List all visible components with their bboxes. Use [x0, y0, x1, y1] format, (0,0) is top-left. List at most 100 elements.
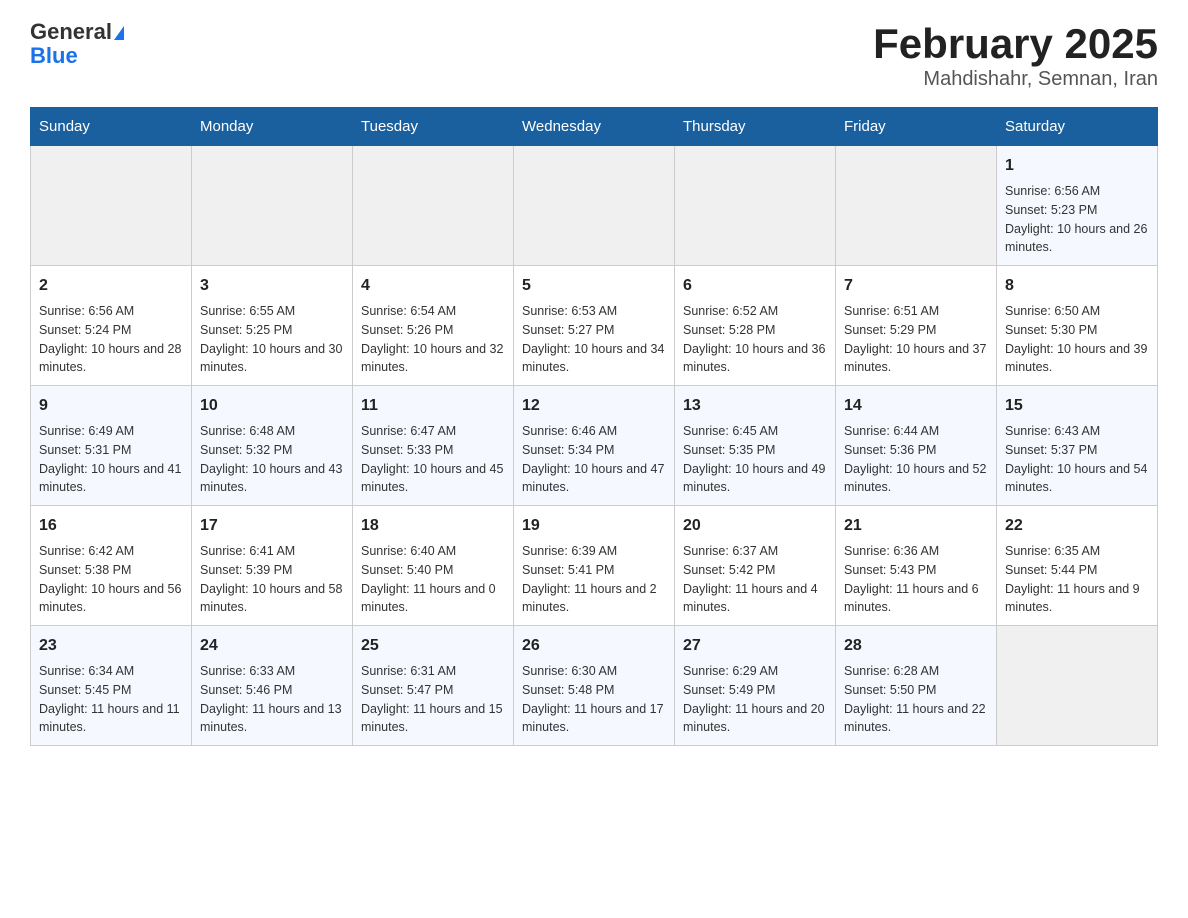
logo-triangle-icon: [114, 26, 124, 40]
calendar-cell: [675, 146, 836, 266]
day-number: 15: [1005, 394, 1149, 418]
calendar-cell: [997, 626, 1158, 746]
weekday-header: Saturday: [997, 108, 1158, 146]
day-info: Sunrise: 6:30 AMSunset: 5:48 PMDaylight:…: [522, 662, 666, 737]
calendar-cell: [836, 146, 997, 266]
calendar-cell: 21 Sunrise: 6:36 AMSunset: 5:43 PMDayligh…: [836, 506, 997, 626]
day-number: 12: [522, 394, 666, 418]
logo-general-text: General: [30, 19, 112, 44]
day-info: Sunrise: 6:56 AMSunset: 5:23 PMDaylight:…: [1005, 182, 1149, 257]
calendar-cell: 27 Sunrise: 6:29 AMSunset: 5:49 PMDayligh…: [675, 626, 836, 746]
calendar-header: SundayMondayTuesdayWednesdayThursdayFrid…: [31, 108, 1158, 146]
calendar-cell: [192, 146, 353, 266]
day-number: 4: [361, 274, 505, 298]
day-info: Sunrise: 6:29 AMSunset: 5:49 PMDaylight:…: [683, 662, 827, 737]
weekday-header: Thursday: [675, 108, 836, 146]
day-number: 17: [200, 514, 344, 538]
day-info: Sunrise: 6:53 AMSunset: 5:27 PMDaylight:…: [522, 302, 666, 377]
calendar-cell: 23 Sunrise: 6:34 AMSunset: 5:45 PMDayligh…: [31, 626, 192, 746]
day-number: 1: [1005, 154, 1149, 178]
day-info: Sunrise: 6:46 AMSunset: 5:34 PMDaylight:…: [522, 422, 666, 497]
calendar-week-row: 2 Sunrise: 6:56 AMSunset: 5:24 PMDaylight…: [31, 266, 1158, 386]
calendar-cell: 18 Sunrise: 6:40 AMSunset: 5:40 PMDayligh…: [353, 506, 514, 626]
day-info: Sunrise: 6:39 AMSunset: 5:41 PMDaylight:…: [522, 542, 666, 617]
day-number: 8: [1005, 274, 1149, 298]
day-number: 2: [39, 274, 183, 298]
day-number: 20: [683, 514, 827, 538]
title-block: February 2025 Mahdishahr, Semnan, Iran: [873, 20, 1158, 91]
calendar-cell: 7 Sunrise: 6:51 AMSunset: 5:29 PMDaylight…: [836, 266, 997, 386]
calendar-cell: 4 Sunrise: 6:54 AMSunset: 5:26 PMDaylight…: [353, 266, 514, 386]
day-number: 23: [39, 634, 183, 658]
calendar-cell: 11 Sunrise: 6:47 AMSunset: 5:33 PMDayligh…: [353, 386, 514, 506]
day-info: Sunrise: 6:35 AMSunset: 5:44 PMDaylight:…: [1005, 542, 1149, 617]
weekday-header: Sunday: [31, 108, 192, 146]
calendar-cell: 10 Sunrise: 6:48 AMSunset: 5:32 PMDayligh…: [192, 386, 353, 506]
calendar-cell: 9Sunrise: 6:49 AMSunset: 5:31 PMDaylight…: [31, 386, 192, 506]
calendar-cell: 17 Sunrise: 6:41 AMSunset: 5:39 PMDayligh…: [192, 506, 353, 626]
day-number: 21: [844, 514, 988, 538]
weekday-row: SundayMondayTuesdayWednesdayThursdayFrid…: [31, 108, 1158, 146]
day-number: 14: [844, 394, 988, 418]
calendar-cell: 15 Sunrise: 6:43 AMSunset: 5:37 PMDayligh…: [997, 386, 1158, 506]
day-number: 25: [361, 634, 505, 658]
day-info: Sunrise: 6:54 AMSunset: 5:26 PMDaylight:…: [361, 302, 505, 377]
calendar-cell: 24Sunrise: 6:33 AMSunset: 5:46 PMDayligh…: [192, 626, 353, 746]
day-info: Sunrise: 6:42 AMSunset: 5:38 PMDaylight:…: [39, 542, 183, 617]
day-info: Sunrise: 6:47 AMSunset: 5:33 PMDaylight:…: [361, 422, 505, 497]
calendar-cell: 1 Sunrise: 6:56 AMSunset: 5:23 PMDaylight…: [997, 146, 1158, 266]
day-number: 22: [1005, 514, 1149, 538]
calendar-cell: [353, 146, 514, 266]
calendar-body: 1 Sunrise: 6:56 AMSunset: 5:23 PMDaylight…: [31, 146, 1158, 746]
day-info: Sunrise: 6:40 AMSunset: 5:40 PMDaylight:…: [361, 542, 505, 617]
calendar-cell: 5 Sunrise: 6:53 AMSunset: 5:27 PMDaylight…: [514, 266, 675, 386]
day-info: Sunrise: 6:41 AMSunset: 5:39 PMDaylight:…: [200, 542, 344, 617]
day-info: Sunrise: 6:31 AMSunset: 5:47 PMDaylight:…: [361, 662, 505, 737]
day-number: 11: [361, 394, 505, 418]
day-number: 9: [39, 394, 183, 418]
day-info: Sunrise: 6:56 AMSunset: 5:24 PMDaylight:…: [39, 302, 183, 377]
calendar-cell: 22 Sunrise: 6:35 AMSunset: 5:44 PMDayligh…: [997, 506, 1158, 626]
day-info: Sunrise: 6:45 AMSunset: 5:35 PMDaylight:…: [683, 422, 827, 497]
calendar-cell: 13 Sunrise: 6:45 AMSunset: 5:35 PMDayligh…: [675, 386, 836, 506]
calendar-cell: 2 Sunrise: 6:56 AMSunset: 5:24 PMDaylight…: [31, 266, 192, 386]
calendar-cell: 26 Sunrise: 6:30 AMSunset: 5:48 PMDayligh…: [514, 626, 675, 746]
calendar-table: SundayMondayTuesdayWednesdayThursdayFrid…: [30, 107, 1158, 746]
day-info: Sunrise: 6:51 AMSunset: 5:29 PMDaylight:…: [844, 302, 988, 377]
calendar-week-row: 9Sunrise: 6:49 AMSunset: 5:31 PMDaylight…: [31, 386, 1158, 506]
calendar-cell: 19 Sunrise: 6:39 AMSunset: 5:41 PMDayligh…: [514, 506, 675, 626]
day-number: 5: [522, 274, 666, 298]
day-info: Sunrise: 6:44 AMSunset: 5:36 PMDaylight:…: [844, 422, 988, 497]
calendar-week-row: 16 Sunrise: 6:42 AMSunset: 5:38 PMDayligh…: [31, 506, 1158, 626]
calendar-title: February 2025: [873, 20, 1158, 68]
calendar-cell: [31, 146, 192, 266]
calendar-subtitle: Mahdishahr, Semnan, Iran: [873, 68, 1158, 91]
day-number: 27: [683, 634, 827, 658]
day-number: 13: [683, 394, 827, 418]
day-info: Sunrise: 6:33 AMSunset: 5:46 PMDaylight:…: [200, 662, 344, 737]
day-info: Sunrise: 6:48 AMSunset: 5:32 PMDaylight:…: [200, 422, 344, 497]
weekday-header: Wednesday: [514, 108, 675, 146]
calendar-cell: 3Sunrise: 6:55 AMSunset: 5:25 PMDaylight…: [192, 266, 353, 386]
day-number: 18: [361, 514, 505, 538]
calendar-cell: 20 Sunrise: 6:37 AMSunset: 5:42 PMDayligh…: [675, 506, 836, 626]
day-info: Sunrise: 6:43 AMSunset: 5:37 PMDaylight:…: [1005, 422, 1149, 497]
day-info: Sunrise: 6:36 AMSunset: 5:43 PMDaylight:…: [844, 542, 988, 617]
calendar-cell: 6Sunrise: 6:52 AMSunset: 5:28 PMDaylight…: [675, 266, 836, 386]
day-info: Sunrise: 6:37 AMSunset: 5:42 PMDaylight:…: [683, 542, 827, 617]
weekday-header: Friday: [836, 108, 997, 146]
logo-blue-text: Blue: [30, 43, 78, 68]
day-number: 10: [200, 394, 344, 418]
day-info: Sunrise: 6:34 AMSunset: 5:45 PMDaylight:…: [39, 662, 183, 737]
day-number: 19: [522, 514, 666, 538]
day-number: 16: [39, 514, 183, 538]
day-number: 26: [522, 634, 666, 658]
day-number: 3: [200, 274, 344, 298]
logo: General Blue: [30, 20, 124, 68]
calendar-cell: 12 Sunrise: 6:46 AMSunset: 5:34 PMDayligh…: [514, 386, 675, 506]
day-number: 28: [844, 634, 988, 658]
day-info: Sunrise: 6:50 AMSunset: 5:30 PMDaylight:…: [1005, 302, 1149, 377]
calendar-cell: [514, 146, 675, 266]
day-number: 7: [844, 274, 988, 298]
page-header: General Blue February 2025 Mahdishahr, S…: [30, 20, 1158, 91]
